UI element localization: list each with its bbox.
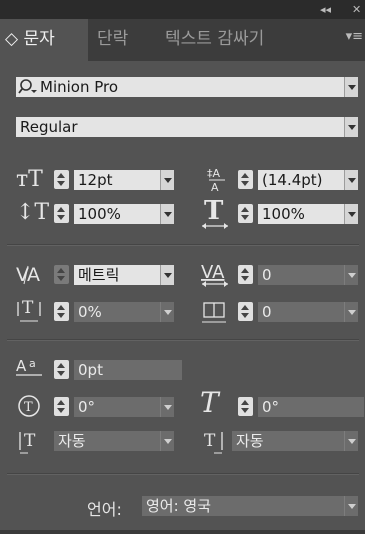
panel-titlebar: ◂◂ ✕ xyxy=(0,0,365,19)
svg-text:VA: VA xyxy=(201,262,225,283)
divider xyxy=(7,473,359,475)
font-family-dropdown[interactable] xyxy=(344,77,358,97)
vertical-scale-field[interactable]: 100% xyxy=(74,204,160,224)
tracking-icon: VA xyxy=(201,262,228,287)
font-family-field[interactable]: Minion Pro xyxy=(16,77,344,97)
horizontal-scale-dropdown[interactable] xyxy=(344,204,358,224)
kerning-stepper[interactable] xyxy=(54,265,69,284)
svg-text:T: T xyxy=(204,431,216,451)
panel-menu-icon[interactable]: ▾≡ xyxy=(346,29,363,44)
tab-text-wrap[interactable]: 텍스트 감싸기 xyxy=(165,19,264,61)
font-size-dropdown[interactable] xyxy=(160,170,174,190)
panel-footer xyxy=(0,530,365,534)
search-icon[interactable] xyxy=(18,79,38,95)
aki-right-field[interactable]: 자동 xyxy=(232,431,344,451)
collapse-icon[interactable]: ◂◂ xyxy=(320,3,331,16)
language-field[interactable]: 영어: 영국 xyxy=(142,496,344,516)
leading-dropdown[interactable] xyxy=(344,170,358,190)
vertical-scale-dropdown[interactable] xyxy=(160,204,174,224)
language-dropdown[interactable] xyxy=(344,496,358,516)
aki-stepper[interactable] xyxy=(238,302,253,321)
kerning-icon: V A xyxy=(16,264,40,286)
skew-field[interactable]: 0° xyxy=(258,397,364,417)
aki-left-dropdown[interactable] xyxy=(160,431,174,451)
skew-icon: T xyxy=(200,386,219,419)
tab-paragraph[interactable]: 단락 xyxy=(97,19,128,61)
tracking-dropdown[interactable] xyxy=(344,265,358,285)
svg-text:T: T xyxy=(24,400,33,415)
baseline-shift-field[interactable]: 0pt xyxy=(74,360,182,380)
aki-right-dropdown[interactable] xyxy=(344,431,358,451)
leading-stepper[interactable] xyxy=(238,170,253,189)
horizontal-scale-stepper[interactable] xyxy=(238,204,253,223)
svg-text:a: a xyxy=(29,357,36,370)
insert-aki-left-icon: T xyxy=(19,431,36,454)
character-spacing-icon xyxy=(202,302,226,323)
tracking-field[interactable]: 0 xyxy=(258,265,344,285)
tab-character[interactable]: ◇ 문자 xyxy=(0,19,88,61)
font-style-field[interactable]: Regular xyxy=(16,117,344,137)
close-icon[interactable]: ✕ xyxy=(352,3,361,16)
divider xyxy=(7,339,359,341)
font-family-value: Minion Pro xyxy=(40,78,119,96)
baseline-shift-icon: A a xyxy=(16,357,42,376)
insert-aki-right-icon: T xyxy=(204,431,223,454)
svg-text:T: T xyxy=(204,198,224,226)
language-label: 언어: xyxy=(87,500,122,519)
baseline-shift-stepper[interactable] xyxy=(54,360,69,379)
divider xyxy=(7,244,359,246)
font-size-stepper[interactable] xyxy=(54,170,69,189)
kerning-field[interactable]: 메트릭 xyxy=(74,265,160,285)
font-size-icon: ᴛT xyxy=(16,167,43,192)
tsume-field[interactable]: 0% xyxy=(74,302,160,322)
svg-text:A: A xyxy=(27,264,40,286)
rotation-stepper[interactable] xyxy=(54,397,69,416)
vertical-scale-stepper[interactable] xyxy=(54,204,69,223)
svg-text:‡A: ‡A xyxy=(207,167,221,180)
rotation-icon: T xyxy=(18,395,40,417)
svg-text:T: T xyxy=(24,431,36,451)
aki-dropdown[interactable] xyxy=(344,302,358,322)
leading-icon: ‡A A xyxy=(207,167,225,192)
rotation-dropdown[interactable] xyxy=(160,397,174,417)
font-size-field[interactable]: 12pt xyxy=(74,170,160,190)
horizontal-scale-field[interactable]: 100% xyxy=(258,204,344,224)
tracking-stepper[interactable] xyxy=(238,265,253,284)
horizontal-scale-icon: T xyxy=(202,198,228,229)
vertical-scale-icon: ↕T xyxy=(16,200,50,225)
svg-text:A: A xyxy=(16,357,27,375)
tsume-dropdown[interactable] xyxy=(160,302,174,322)
panel-tabs: ◇ 문자 단락 텍스트 감싸기 ▾≡ xyxy=(0,19,365,61)
font-style-dropdown[interactable] xyxy=(344,117,358,137)
aki-field[interactable]: 0 xyxy=(258,302,344,322)
svg-text:A: A xyxy=(211,181,219,192)
aki-left-field[interactable]: 자동 xyxy=(54,431,160,451)
skew-stepper[interactable] xyxy=(238,397,253,416)
kerning-dropdown[interactable] xyxy=(160,265,174,285)
tsume-icon: T xyxy=(17,298,41,322)
leading-field[interactable]: (14.4pt) xyxy=(258,170,344,190)
tsume-stepper[interactable] xyxy=(54,302,69,321)
rotation-field[interactable]: 0° xyxy=(74,397,160,417)
svg-text:T: T xyxy=(22,298,34,318)
